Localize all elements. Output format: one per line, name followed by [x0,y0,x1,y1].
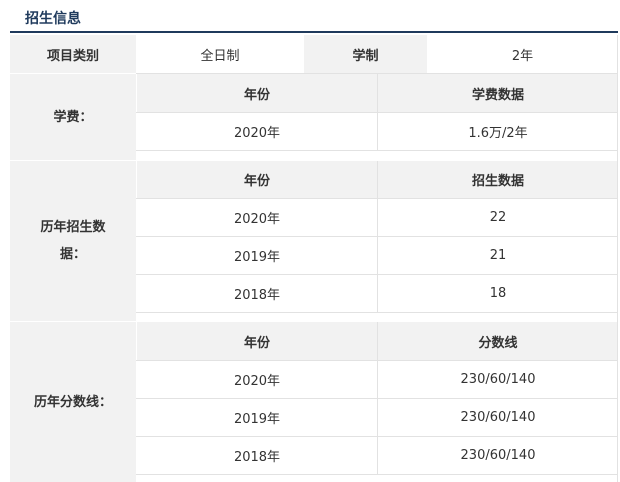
grid-line [377,322,378,474]
grid-line [377,161,378,312]
grid-line [617,35,618,482]
grid-line [136,73,618,74]
duration-label: 学制 [304,35,427,73]
score-line-row-year: 2018年 [137,437,377,474]
enrollment-row-value: 22 [378,199,618,236]
grid-line [377,74,378,150]
grid-line [136,150,618,151]
program-type-value: 全日制 [136,35,304,73]
enrollment-row-value: 21 [378,237,618,274]
enrollment-row-year: 2018年 [137,275,377,312]
score-line-row-year: 2020年 [137,361,377,398]
grid-line [136,474,618,475]
enrollment-col-value: 招生数据 [378,161,618,198]
tuition-row-value: 1.6万/2年 [378,113,618,150]
duration-value: 2年 [427,35,618,73]
enrollment-row-year: 2019年 [137,237,377,274]
score-line-label: 历年分数线： [10,322,136,482]
section-title: 招生信息 [25,11,81,27]
score-line-col-value: 分数线 [378,322,618,360]
grid-line [136,312,618,313]
score-line-col-year: 年份 [137,322,377,360]
enrollment-label: 历年招生数据： [10,161,136,321]
tuition-label: 学费： [10,74,136,160]
score-line-row-value: 230/60/140 [378,437,618,474]
score-line-row-value: 230/60/140 [378,399,618,436]
enrollment-row-value: 18 [378,275,618,312]
tuition-col-value: 学费数据 [378,74,618,112]
enrollment-row-year: 2020年 [137,199,377,236]
tuition-row-year: 2020年 [137,113,377,150]
score-line-row-year: 2019年 [137,399,377,436]
program-type-label: 项目类别 [10,35,136,73]
title-underline [10,31,618,33]
score-line-row-value: 230/60/140 [378,361,618,398]
enrollment-col-year: 年份 [137,161,377,198]
tuition-col-year: 年份 [137,74,377,112]
section-header: 招生信息 [10,0,618,34]
